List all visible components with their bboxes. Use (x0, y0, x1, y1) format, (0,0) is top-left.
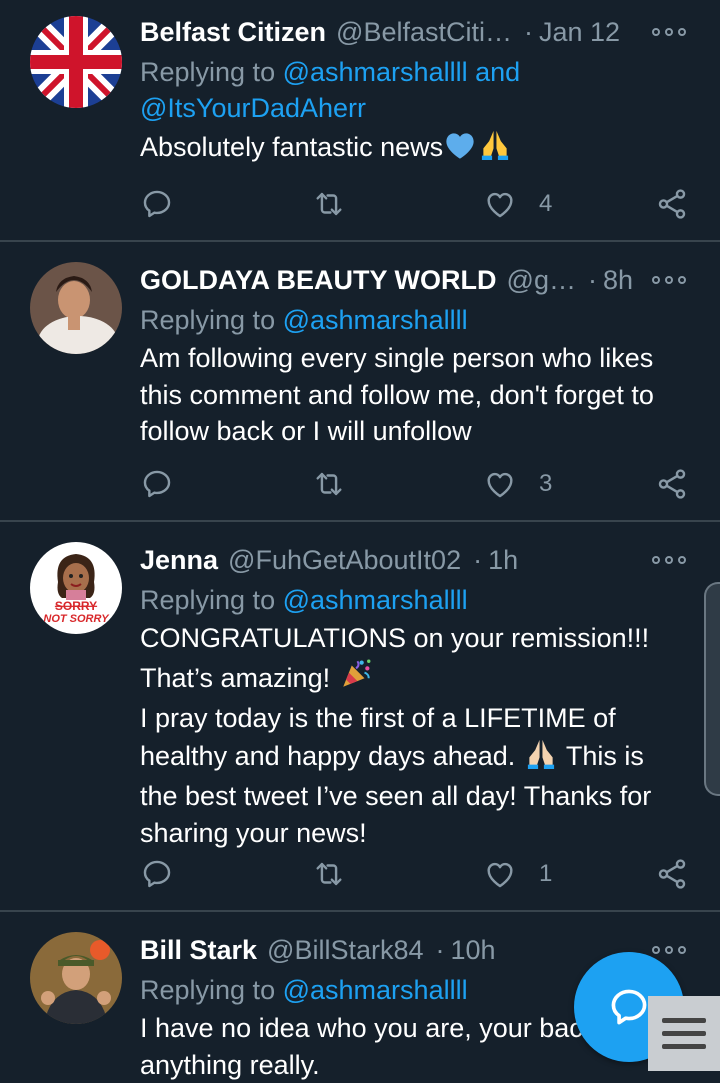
tweet-text-line: CONGRATULATIONS on your remission!!! (140, 620, 686, 657)
retweet-icon (312, 857, 346, 891)
retweet-icon (312, 187, 346, 221)
like-button[interactable]: 3 (483, 464, 552, 504)
sorry-not-sorry-avatar-image: SORRY NOT SORRY (30, 542, 122, 634)
reply-icon (140, 187, 174, 221)
share-icon (655, 467, 689, 501)
menu-icon[interactable] (648, 996, 720, 1071)
like-button[interactable]: 1 (483, 854, 552, 894)
heart-icon (483, 857, 517, 891)
replying-to-label: Replying to (140, 57, 275, 87)
svg-text:NOT SORRY: NOT SORRY (43, 613, 110, 625)
replying-to: Replying to @ashmarshallll and @ItsYourD… (140, 54, 686, 126)
share-icon (655, 187, 689, 221)
more-options-icon[interactable] (652, 548, 686, 572)
svg-text:SORRY: SORRY (55, 599, 97, 613)
like-button[interactable]: 4 (483, 184, 552, 224)
union-flag-avatar-image (30, 16, 122, 108)
tweet-text-line: This is (566, 741, 644, 771)
replying-to: Replying to @ashmarshallll (140, 582, 686, 618)
retweet-icon (312, 467, 346, 501)
share-button[interactable] (655, 184, 689, 224)
timestamp[interactable]: 10h (451, 935, 496, 966)
separator-dot: · (588, 265, 597, 296)
separator-dot: · (473, 545, 482, 576)
replying-to-link[interactable]: @ItsYourDadAherr (140, 93, 366, 123)
replying-to-link[interactable]: @ashmarshallll and (283, 57, 521, 87)
user-handle[interactable]: @BelfastCiti… (336, 17, 512, 48)
user-handle[interactable]: @BillStark84 (267, 935, 423, 966)
tweet[interactable]: Belfast Citizen @BelfastCiti… · Jan 12 R… (0, 0, 720, 242)
profile-photo-avatar-image (30, 932, 122, 1024)
heart-icon (483, 187, 517, 221)
tweet-text-line: Am following every single person who lik… (140, 340, 686, 377)
party-popper-icon (338, 657, 374, 701)
user-handle[interactable]: @FuhGetAboutIt02 (228, 545, 461, 576)
tweet[interactable]: SORRY NOT SORRY Jenna @FuhGetAboutIt02 ·… (0, 522, 720, 912)
tweet-text: Absolutely fantastic news (140, 128, 686, 170)
display-name[interactable]: Belfast Citizen (140, 17, 326, 48)
tweet-actions: 3 (140, 464, 690, 504)
more-options-icon[interactable] (652, 938, 686, 962)
retweet-button[interactable] (312, 854, 346, 894)
replying-to: Replying to @ashmarshallll (140, 302, 686, 338)
display-name[interactable]: Jenna (140, 545, 218, 576)
tweet-text: Am following every single person who lik… (140, 340, 686, 450)
heart-icon (483, 467, 517, 501)
tweet[interactable]: GOLDAYA BEAUTY WORLD @g… · 8h Replying t… (0, 242, 720, 522)
replying-to-label: Replying to (140, 305, 275, 335)
tweet-text: CONGRATULATIONS on your remission!!! Tha… (140, 620, 686, 851)
replying-to-label: Replying to (140, 975, 275, 1005)
avatar[interactable]: SORRY NOT SORRY (30, 542, 122, 634)
tweet-text-line: That’s amazing! (140, 663, 330, 693)
avatar[interactable] (30, 16, 122, 108)
separator-dot: · (524, 17, 533, 48)
share-button[interactable] (655, 464, 689, 504)
reply-icon (140, 467, 174, 501)
tweet-text-line: Absolutely fantastic news (140, 132, 443, 162)
reply-button[interactable] (140, 854, 174, 894)
replying-to-link[interactable]: @ashmarshallll (283, 975, 468, 1005)
retweet-button[interactable] (312, 184, 346, 224)
share-button[interactable] (655, 854, 689, 894)
folded-hands-icon (523, 737, 559, 779)
retweet-button[interactable] (312, 464, 346, 504)
like-count: 3 (539, 470, 552, 498)
blue-heart-icon (443, 130, 477, 170)
reply-button[interactable] (140, 464, 174, 504)
like-count: 1 (539, 860, 552, 888)
display-name[interactable]: Bill Stark (140, 935, 257, 966)
reply-icon (140, 857, 174, 891)
tweet-text-line: sharing your news! (140, 815, 686, 852)
tweet-text-line: healthy and happy days ahead. (140, 741, 515, 771)
more-options-icon[interactable] (652, 20, 686, 44)
tweet-text-line: this comment and follow me, don't forget… (140, 377, 686, 414)
timestamp[interactable]: Jan 12 (539, 17, 620, 48)
replying-to-label: Replying to (140, 585, 275, 615)
replying-to-link[interactable]: @ashmarshallll (283, 585, 468, 615)
timestamp[interactable]: 8h (603, 265, 633, 296)
tweet-text-line: the best tweet I’ve seen all day! Thanks… (140, 778, 686, 815)
compose-reply-icon (607, 985, 651, 1029)
like-count: 4 (539, 190, 552, 218)
profile-photo-avatar-image (30, 262, 122, 354)
timestamp[interactable]: 1h (488, 545, 518, 576)
avatar[interactable] (30, 932, 122, 1024)
display-name[interactable]: GOLDAYA BEAUTY WORLD (140, 265, 497, 296)
replying-to-link[interactable]: @ashmarshallll (283, 305, 468, 335)
tweet-actions: 1 (140, 854, 690, 894)
tweet-text-line: follow back or I will unfollow (140, 413, 686, 450)
tweet-actions: 4 (140, 184, 690, 224)
scrollbar-handle[interactable] (704, 582, 720, 796)
user-handle[interactable]: @g… (507, 265, 576, 296)
share-icon (655, 857, 689, 891)
tweet-text-line: I pray today is the first of a LIFETIME … (140, 700, 686, 737)
more-options-icon[interactable] (652, 268, 686, 292)
folded-hands-icon (477, 128, 513, 170)
avatar[interactable] (30, 262, 122, 354)
separator-dot: · (436, 935, 445, 966)
reply-button[interactable] (140, 184, 174, 224)
